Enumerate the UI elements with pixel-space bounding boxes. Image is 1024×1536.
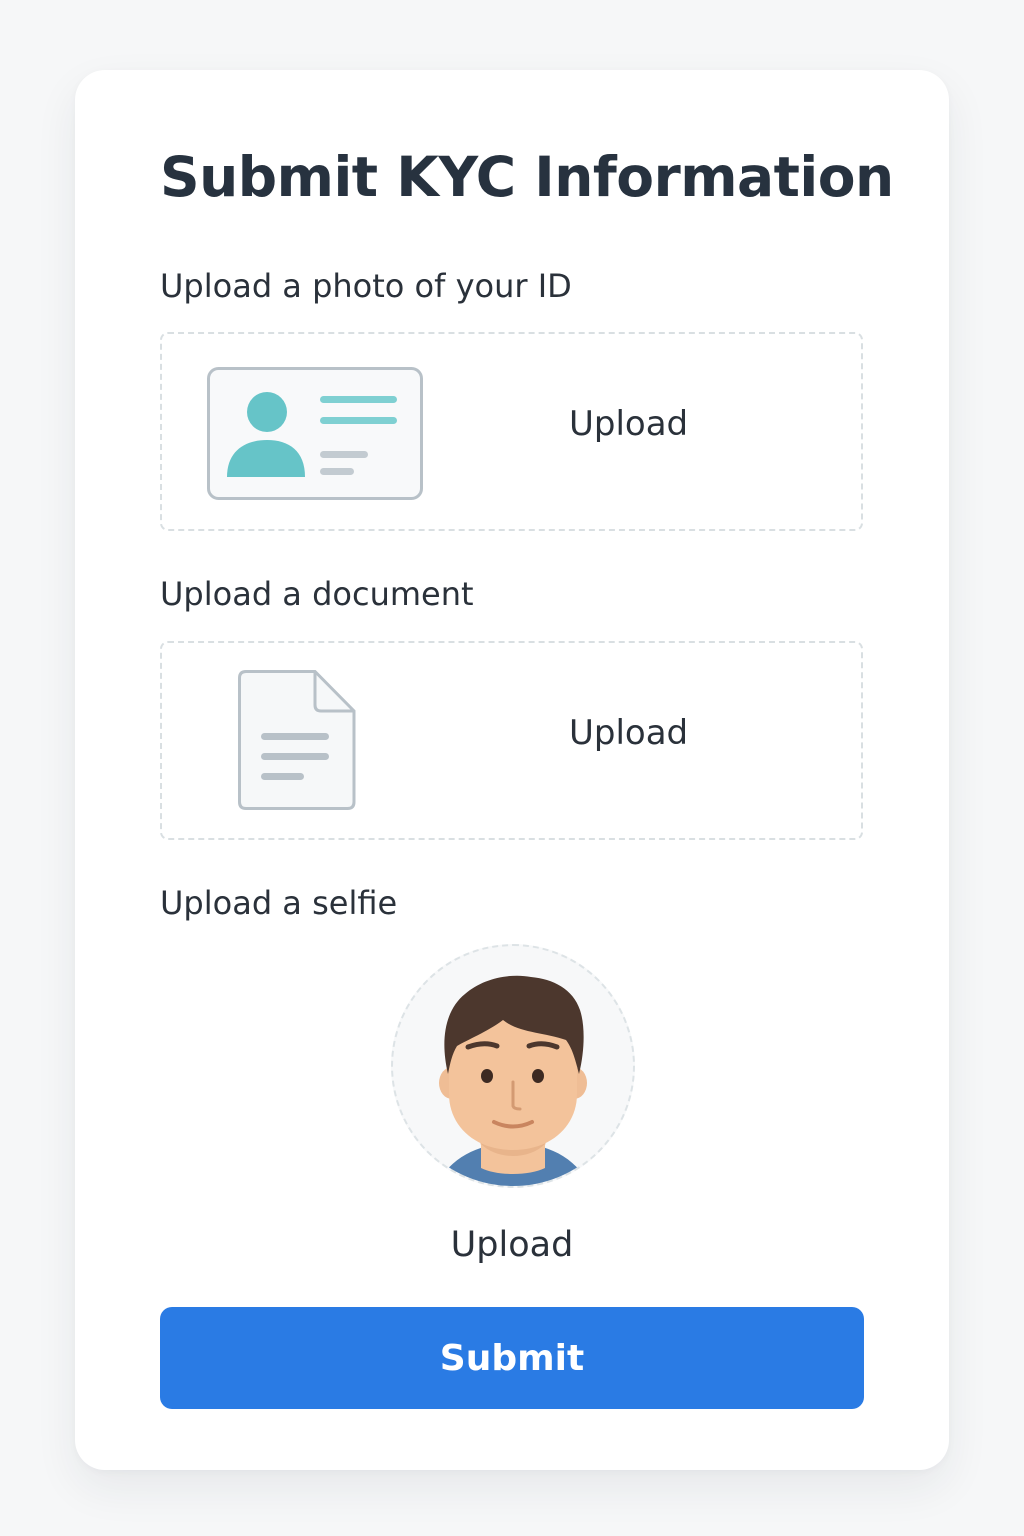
selfie-avatar-icon — [435, 975, 591, 1186]
id-upload-label: Upload a photo of your ID — [160, 267, 572, 305]
id-card-icon — [207, 367, 423, 500]
document-upload-dropzone[interactable]: Upload — [160, 641, 863, 840]
document-upload-label: Upload a document — [160, 575, 474, 613]
selfie-upload-area[interactable] — [391, 944, 635, 1188]
document-upload-button[interactable]: Upload — [569, 712, 688, 754]
page-title: Submit KYC Information — [160, 145, 894, 209]
selfie-upload-button[interactable]: Upload — [75, 1224, 949, 1266]
submit-button[interactable]: Submit — [160, 1307, 864, 1409]
id-upload-button[interactable]: Upload — [569, 403, 688, 445]
selfie-upload-label: Upload a selfie — [160, 884, 398, 922]
kyc-card: Submit KYC Information Upload a photo of… — [75, 70, 949, 1470]
document-icon — [238, 670, 356, 810]
id-upload-dropzone[interactable]: Upload — [160, 332, 863, 531]
